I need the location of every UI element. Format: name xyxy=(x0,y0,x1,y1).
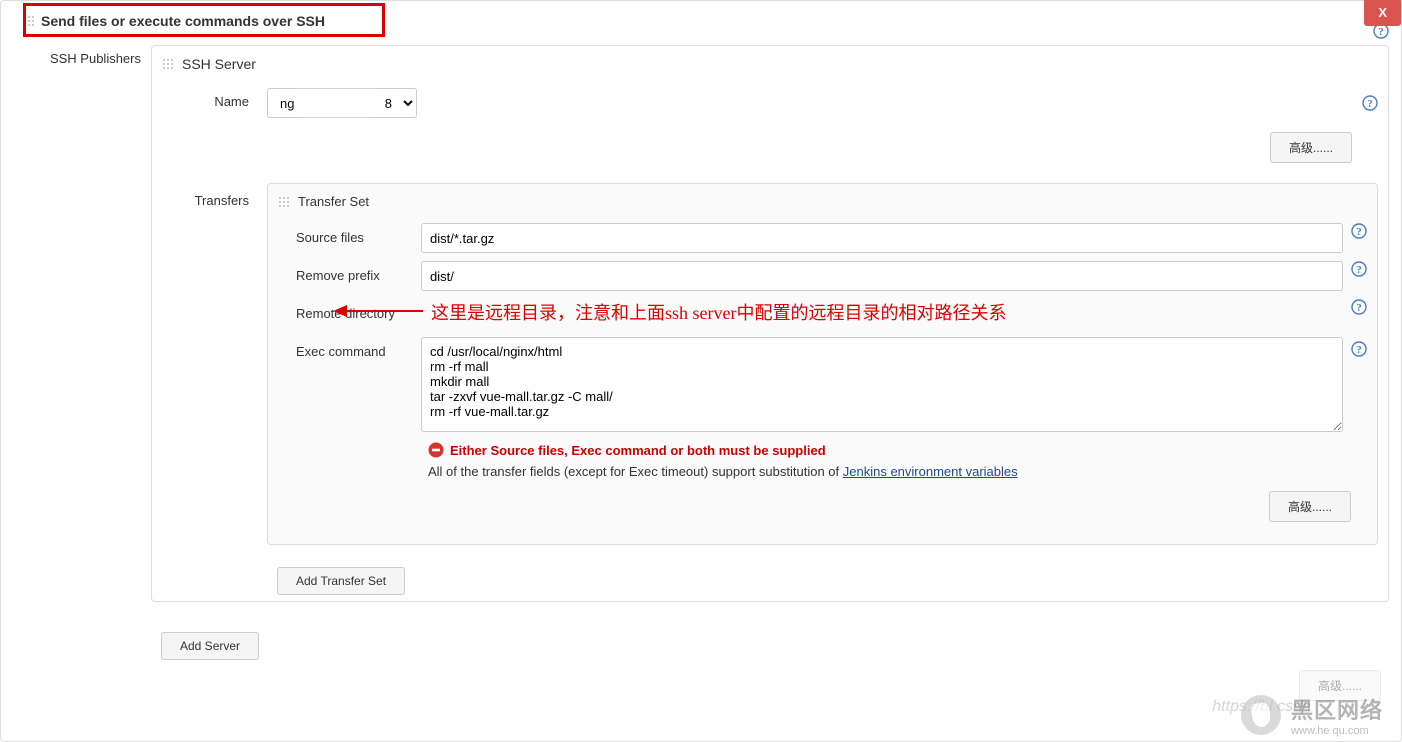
transfer-set-title-text: Transfer Set xyxy=(298,194,369,209)
ssh-server-block: SSH Server Name ng 8 ? xyxy=(151,45,1389,602)
help-icon[interactable]: ? xyxy=(1351,261,1367,277)
help-icon[interactable]: ? xyxy=(1351,223,1367,239)
transfer-set-block: Transfer Set Source files ? Remove xyxy=(267,183,1378,545)
exec-command-label: Exec command xyxy=(296,337,421,359)
add-transfer-set-button[interactable]: Add Transfer Set xyxy=(277,567,405,595)
info-text-prefix: All of the transfer fields (except for E… xyxy=(428,464,843,479)
exec-command-textarea[interactable] xyxy=(421,337,1343,432)
transfer-advanced-button[interactable]: 高级...... xyxy=(1269,491,1351,522)
ssh-server-title-text: SSH Server xyxy=(182,56,256,72)
ssh-publishers-label: SSH Publishers xyxy=(1,41,151,66)
ssh-server-title: SSH Server xyxy=(152,46,1388,82)
source-files-label: Source files xyxy=(296,223,421,245)
help-icon[interactable]: ? xyxy=(1362,95,1378,111)
section-title: Send files or execute commands over SSH xyxy=(1,1,1401,41)
svg-text:?: ? xyxy=(1367,98,1373,110)
annotation-text: 这里是远程目录，注意和上面ssh server中配置的远程目录的相对路径关系 xyxy=(421,299,1343,325)
help-icon[interactable]: ? xyxy=(1351,341,1367,357)
drag-grip-icon[interactable] xyxy=(278,196,290,208)
drag-grip-icon[interactable] xyxy=(162,58,174,70)
ssh-publish-section: X ? Send files or execute commands over … xyxy=(0,0,1402,742)
svg-text:?: ? xyxy=(1356,302,1362,314)
arrow-icon xyxy=(333,303,423,319)
info-text: All of the transfer fields (except for E… xyxy=(268,460,1377,483)
ssh-server-advanced-button[interactable]: 高级...... xyxy=(1270,132,1352,163)
source-files-input[interactable] xyxy=(421,223,1343,253)
close-button[interactable]: X xyxy=(1364,0,1401,26)
svg-text:?: ? xyxy=(1356,344,1362,356)
watermark-en: www.he qu.com xyxy=(1291,725,1383,737)
svg-text:?: ? xyxy=(1356,264,1362,276)
watermark-logo-icon xyxy=(1241,695,1281,735)
jenkins-env-vars-link[interactable]: Jenkins environment variables xyxy=(843,464,1018,479)
transfers-label: Transfers xyxy=(162,183,267,208)
svg-text:?: ? xyxy=(1356,226,1362,238)
remove-prefix-label: Remove prefix xyxy=(296,261,421,283)
redacted-overlay xyxy=(297,91,377,115)
validation-error-row: Either Source files, Exec command or bot… xyxy=(268,436,1377,460)
remove-prefix-input[interactable] xyxy=(421,261,1343,291)
error-icon xyxy=(428,442,444,458)
name-label: Name xyxy=(162,88,267,109)
validation-error-text: Either Source files, Exec command or bot… xyxy=(450,443,826,458)
outer-advanced-button[interactable]: 高级...... xyxy=(1299,670,1381,701)
section-title-text: Send files or execute commands over SSH xyxy=(41,13,325,29)
annotation-text-content: 这里是远程目录，注意和上面ssh server中配置的远程目录的相对路径关系 xyxy=(431,303,1006,323)
drag-grip-icon[interactable] xyxy=(23,15,35,27)
add-server-button[interactable]: Add Server xyxy=(161,632,259,660)
transfer-set-title: Transfer Set xyxy=(268,184,1377,219)
help-icon[interactable]: ? xyxy=(1351,299,1367,315)
